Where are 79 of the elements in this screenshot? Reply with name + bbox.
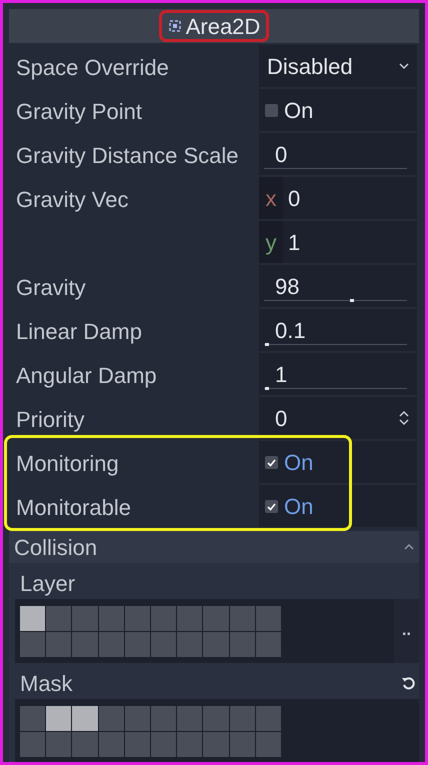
layer-bit[interactable]: [124, 732, 150, 757]
slider-field[interactable]: 1: [259, 353, 417, 395]
layer-bit[interactable]: [124, 606, 150, 631]
chevron-down-icon: [399, 62, 409, 70]
highlighted-title: Area2D: [158, 10, 270, 42]
layer-bit[interactable]: [72, 732, 98, 757]
layer-bit[interactable]: [151, 632, 176, 657]
layer-bit[interactable]: [72, 632, 98, 657]
layer-bit[interactable]: [177, 732, 202, 757]
property-label: Space Override: [16, 55, 169, 80]
spin-field[interactable]: 0: [259, 397, 417, 439]
axis-label: y: [259, 221, 283, 263]
layer-label: Mask: [19, 670, 73, 698]
dropdown[interactable]: Disabled: [259, 45, 417, 87]
property-label: Monitorable: [16, 495, 131, 520]
vector-field[interactable]: x 0: [259, 177, 417, 219]
property-label: Priority: [16, 407, 84, 432]
property-label: Angular Damp: [16, 363, 157, 388]
layer-bit[interactable]: [230, 606, 255, 631]
layer-bit[interactable]: [256, 632, 281, 657]
layer-bit[interactable]: [46, 606, 72, 631]
layer-bit[interactable]: [46, 732, 72, 757]
checked-box-icon: [265, 500, 278, 512]
up-down-arrows-icon: [399, 410, 409, 426]
area-node-icon: [168, 19, 182, 33]
layer-bit[interactable]: [20, 732, 46, 757]
slider-field[interactable]: 0: [259, 133, 417, 175]
layer-bit[interactable]: [72, 606, 98, 631]
layer-bit[interactable]: [98, 632, 124, 657]
layer-bit[interactable]: [72, 706, 98, 731]
layer-bit[interactable]: [203, 732, 229, 757]
section-header[interactable]: Collision: [9, 531, 419, 563]
slider-tick[interactable]: [350, 299, 354, 302]
property-label: Gravity Vec: [16, 187, 128, 212]
property-label: Gravity Point: [16, 99, 142, 124]
layer-bit[interactable]: [177, 632, 202, 657]
checkbox-icon: [265, 104, 278, 116]
layer-bit[interactable]: [177, 606, 202, 631]
slider-tick[interactable]: [265, 387, 270, 390]
slider-field[interactable]: 98: [259, 265, 417, 307]
caret-up-icon: [404, 544, 414, 550]
layer-label: Layer: [19, 570, 76, 598]
layer-bit[interactable]: [98, 732, 124, 757]
layer-bit[interactable]: [230, 706, 255, 731]
layer-bit[interactable]: [230, 632, 255, 657]
layer-bit[interactable]: [151, 606, 176, 631]
property-label: Linear Damp: [16, 319, 142, 344]
layer-bit[interactable]: [124, 706, 150, 731]
axis-label: x: [259, 177, 283, 219]
checkbox[interactable]: On: [259, 441, 417, 483]
layer-bit[interactable]: [177, 706, 202, 731]
checked-box-icon: [265, 456, 278, 468]
checkbox[interactable]: On: [259, 89, 417, 131]
layer-bit[interactable]: [151, 732, 176, 757]
slider-field[interactable]: 0.1: [259, 309, 417, 351]
layer-bit[interactable]: [20, 706, 46, 731]
layer-bit[interactable]: [230, 732, 255, 757]
property-label: Gravity: [16, 275, 86, 300]
layer-bit[interactable]: [203, 606, 229, 631]
slider-tick[interactable]: [265, 343, 270, 346]
layer-bit[interactable]: [256, 706, 281, 731]
layer-bit[interactable]: [46, 706, 72, 731]
revert-icon[interactable]: [401, 676, 415, 690]
checkbox[interactable]: On: [259, 485, 417, 527]
layer-bit[interactable]: [20, 606, 46, 631]
layer-bit[interactable]: [203, 632, 229, 657]
layer-bit[interactable]: [256, 732, 281, 757]
layer-bit[interactable]: [98, 706, 124, 731]
vector-field[interactable]: y 1: [259, 221, 417, 263]
layer-bit[interactable]: [20, 632, 46, 657]
layer-bit[interactable]: [46, 632, 72, 657]
layer-menu-button[interactable]: ..: [394, 599, 419, 663]
layer-bit[interactable]: [124, 632, 150, 657]
property-label: Gravity Distance Scale: [16, 143, 239, 168]
layer-bit[interactable]: [98, 606, 124, 631]
property-label: Monitoring: [16, 451, 119, 476]
layer-bit[interactable]: [151, 706, 176, 731]
layer-bit[interactable]: [256, 606, 281, 631]
layer-bit[interactable]: [203, 706, 229, 731]
